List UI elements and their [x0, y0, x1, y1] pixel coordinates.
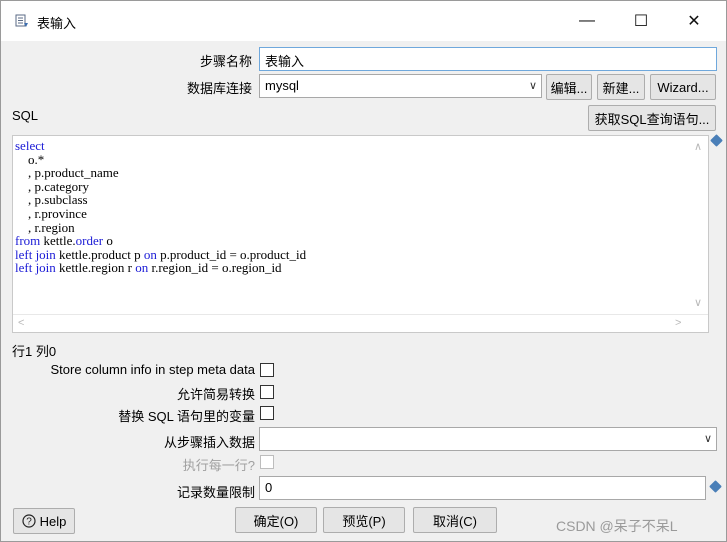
sql-editor[interactable]: select o.* , p.product_name , p.category…	[12, 135, 709, 333]
help-icon: ?	[22, 514, 36, 528]
chevron-down-icon: ∨	[703, 433, 712, 445]
close-icon: ✕	[687, 13, 701, 30]
store-column-info-checkbox[interactable]	[260, 363, 274, 377]
insert-from-step-select[interactable]: ∨	[259, 427, 717, 451]
sql-keyword: left join	[15, 260, 56, 276]
help-button[interactable]: ? Help	[13, 508, 75, 534]
store-column-info-label: Store column info in step meta data	[50, 362, 255, 377]
sql-code: select o.* , p.product_name , p.category…	[15, 139, 306, 275]
ok-button[interactable]: 确定(O)	[235, 507, 317, 533]
sql-line: , p.product_name	[15, 166, 306, 180]
lazy-conversion-checkbox[interactable]	[260, 385, 274, 399]
svg-text:?: ?	[26, 517, 32, 528]
variable-diamond-icon	[709, 480, 722, 493]
scroll-left-icon[interactable]: <	[18, 317, 24, 329]
help-label: Help	[39, 513, 67, 529]
sql-line: , r.province	[15, 207, 306, 221]
minimize-icon: —	[579, 12, 595, 29]
sql-line: o.*	[15, 152, 306, 167]
insert-from-step-label: 从步骤插入数据	[163, 435, 255, 450]
replace-variables-checkbox[interactable]	[260, 406, 274, 420]
new-connection-button[interactable]: 新建...	[597, 74, 645, 100]
sql-line: select	[15, 139, 306, 153]
limit-input[interactable]: 0	[259, 476, 706, 500]
sql-line: , p.subclass	[15, 193, 306, 207]
db-connection-label: 数据库连接	[186, 81, 252, 96]
minimize-button[interactable]: —	[564, 1, 610, 41]
horizontal-scrollbar[interactable]: < >	[13, 314, 708, 332]
table-input-dialog: 表输入 — ☐ ✕ 步骤名称 表输入 数据库连接 mysql ∨ 编辑... 新…	[0, 0, 727, 542]
step-name-input[interactable]: 表输入	[259, 47, 717, 71]
sql-text: kettle.region r	[55, 260, 136, 276]
sql-keyword: on	[135, 260, 149, 276]
sql-line: , r.region	[15, 220, 306, 235]
variable-diamond-icon	[710, 134, 723, 147]
scroll-up-icon[interactable]: ∧	[694, 140, 702, 153]
window-title: 表输入	[37, 16, 77, 31]
sql-line: left join kettle.region r on r.region_id…	[15, 261, 306, 275]
execute-each-row-checkbox[interactable]	[260, 455, 274, 469]
wizard-button[interactable]: Wizard...	[650, 74, 716, 100]
sql-line: from kettle.order o	[15, 234, 306, 248]
sql-line: left join kettle.product p on p.product_…	[15, 247, 306, 262]
table-input-icon	[15, 14, 28, 27]
limit-label: 记录数量限制	[176, 485, 255, 500]
preview-button[interactable]: 预览(P)	[323, 507, 405, 533]
maximize-icon: ☐	[633, 13, 649, 30]
db-connection-select[interactable]: mysql ∨	[259, 74, 542, 98]
sql-label: SQL	[12, 108, 39, 123]
vertical-scrollbar[interactable]: ∧ ∨	[691, 136, 708, 314]
title-bar: 表输入 — ☐ ✕	[1, 1, 726, 41]
sql-text: r.region_id = o.region_id	[148, 260, 282, 276]
get-sql-query-button[interactable]: 获取SQL查询语句...	[588, 105, 716, 131]
scroll-down-icon[interactable]: ∨	[694, 296, 702, 309]
cursor-position: 行1 列0	[12, 344, 57, 359]
replace-variables-label: 替换 SQL 语句里的变量	[118, 409, 255, 424]
maximize-button[interactable]: ☐	[618, 1, 664, 41]
db-connection-value: mysql	[265, 78, 299, 93]
watermark: CSDN @呆子不呆L	[556, 518, 678, 534]
step-name-label: 步骤名称	[199, 54, 252, 69]
lazy-conversion-label: 允许简易转换	[176, 387, 255, 402]
execute-each-row-label: 执行每一行?	[182, 458, 255, 473]
close-button[interactable]: ✕	[671, 1, 717, 41]
chevron-down-icon: ∨	[528, 80, 537, 92]
scroll-right-icon[interactable]: >	[675, 317, 681, 329]
cancel-button[interactable]: 取消(C)	[413, 507, 497, 533]
sql-line: , p.category	[15, 179, 306, 194]
edit-connection-button[interactable]: 编辑...	[546, 74, 592, 100]
